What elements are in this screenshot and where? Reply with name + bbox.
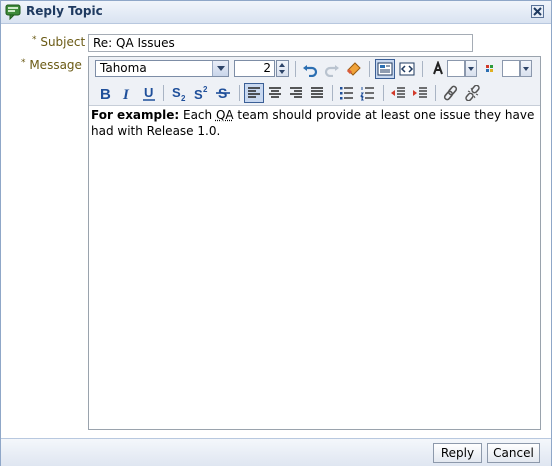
svg-text:2: 2 — [203, 85, 208, 94]
bulleted-list-button[interactable] — [337, 83, 357, 103]
dialog-titlebar: Reply Topic — [1, 1, 551, 24]
numbered-list-icon — [360, 87, 374, 101]
editor-toolbar-bottom: B I U S 2 S 2 S — [89, 81, 540, 106]
indent-icon — [413, 87, 427, 98]
background-color-icon — [486, 65, 493, 72]
message-body[interactable]: For example: Each QA team should provide… — [89, 105, 540, 141]
rich-text-mode-button[interactable] — [375, 59, 395, 79]
message-label: * Message — [21, 58, 82, 72]
svg-text:B: B — [100, 86, 111, 101]
strikethrough-button[interactable]: S — [213, 83, 233, 103]
redo-icon — [324, 65, 339, 77]
svg-text:S: S — [194, 87, 203, 101]
bold-icon: B — [100, 86, 111, 101]
toolbar-separator — [422, 61, 423, 77]
svg-text:2: 2 — [181, 94, 186, 101]
cancel-button[interactable]: Cancel — [487, 443, 540, 463]
undo-icon — [303, 65, 318, 77]
dialog-footer: Reply Cancel — [1, 438, 551, 466]
message-text-qa: QA — [215, 108, 234, 122]
undo-button[interactable] — [300, 59, 320, 79]
toolbar-separator — [369, 61, 370, 77]
outdent-icon — [391, 87, 405, 98]
align-left-button[interactable] — [244, 83, 264, 103]
superscript-button[interactable]: S 2 — [191, 83, 211, 103]
subscript-icon: S 2 — [172, 85, 186, 101]
subject-label: * Subject — [32, 35, 86, 49]
clear-formatting-button[interactable] — [344, 59, 364, 79]
svg-text:I: I — [122, 87, 130, 101]
font-family-select[interactable]: Tahoma — [95, 60, 229, 77]
svg-text:S: S — [172, 85, 181, 100]
redo-button[interactable] — [322, 59, 342, 79]
strikethrough-icon: S — [216, 85, 230, 101]
outdent-button[interactable] — [388, 83, 408, 103]
toolbar-separator — [239, 85, 240, 101]
font-size-input[interactable]: 2 — [234, 60, 275, 77]
close-icon — [533, 7, 542, 16]
message-text-pre: Each — [179, 108, 216, 122]
background-color-button[interactable] — [481, 59, 501, 79]
reply-topic-dialog: Reply Topic * Subject Re: QA Issues * Me… — [0, 0, 552, 466]
toolbar-separator — [332, 85, 333, 101]
background-color-swatch[interactable] — [502, 60, 520, 77]
editor-toolbar-top: Tahoma 2 — [89, 57, 540, 82]
text-color-swatch[interactable] — [447, 60, 465, 77]
align-center-button[interactable] — [265, 83, 285, 103]
align-right-icon — [290, 87, 302, 98]
toolbar-separator — [435, 85, 436, 101]
text-color-dropdown[interactable] — [465, 60, 477, 77]
subscript-button[interactable]: S 2 — [169, 83, 189, 103]
dialog-title: Reply Topic — [26, 4, 103, 18]
reply-topic-icon — [5, 4, 21, 21]
chevron-down-icon[interactable] — [212, 61, 228, 76]
bulleted-list-icon — [340, 87, 353, 100]
link-icon — [443, 85, 458, 101]
insert-link-button[interactable] — [441, 83, 461, 103]
font-size-spinner[interactable] — [276, 60, 289, 77]
unlink-icon — [465, 85, 480, 101]
align-center-icon — [269, 87, 281, 98]
background-color-dropdown[interactable] — [520, 60, 532, 77]
source-mode-button[interactable] — [397, 59, 417, 79]
align-left-icon — [248, 87, 260, 98]
subject-input[interactable]: Re: QA Issues — [88, 34, 473, 52]
justify-icon — [311, 87, 323, 98]
rich-text-mode-icon — [377, 62, 393, 76]
text-color-icon — [433, 61, 443, 75]
toolbar-separator — [383, 85, 384, 101]
text-color-button[interactable] — [428, 59, 448, 79]
numbered-list-button[interactable] — [358, 83, 378, 103]
underline-button[interactable]: U — [139, 83, 159, 103]
toolbar-separator — [295, 61, 296, 77]
toolbar-separator — [163, 85, 164, 101]
italic-button[interactable]: I — [117, 83, 137, 103]
italic-icon: I — [122, 87, 130, 101]
justify-button[interactable] — [307, 83, 327, 103]
source-mode-icon — [399, 62, 415, 76]
reply-button[interactable]: Reply — [433, 443, 482, 463]
svg-text:U: U — [144, 85, 153, 100]
bold-button[interactable]: B — [95, 83, 115, 103]
close-button[interactable] — [531, 5, 544, 18]
align-right-button[interactable] — [286, 83, 306, 103]
underline-icon: U — [143, 85, 155, 101]
superscript-icon: S 2 — [194, 85, 208, 101]
rich-text-editor: Tahoma 2 B I U S 2 S 2 S For example: Ea… — [88, 56, 541, 430]
indent-button[interactable] — [410, 83, 430, 103]
remove-link-button[interactable] — [463, 83, 483, 103]
eraser-icon — [346, 62, 361, 76]
message-bold-prefix: For example: — [91, 108, 180, 122]
